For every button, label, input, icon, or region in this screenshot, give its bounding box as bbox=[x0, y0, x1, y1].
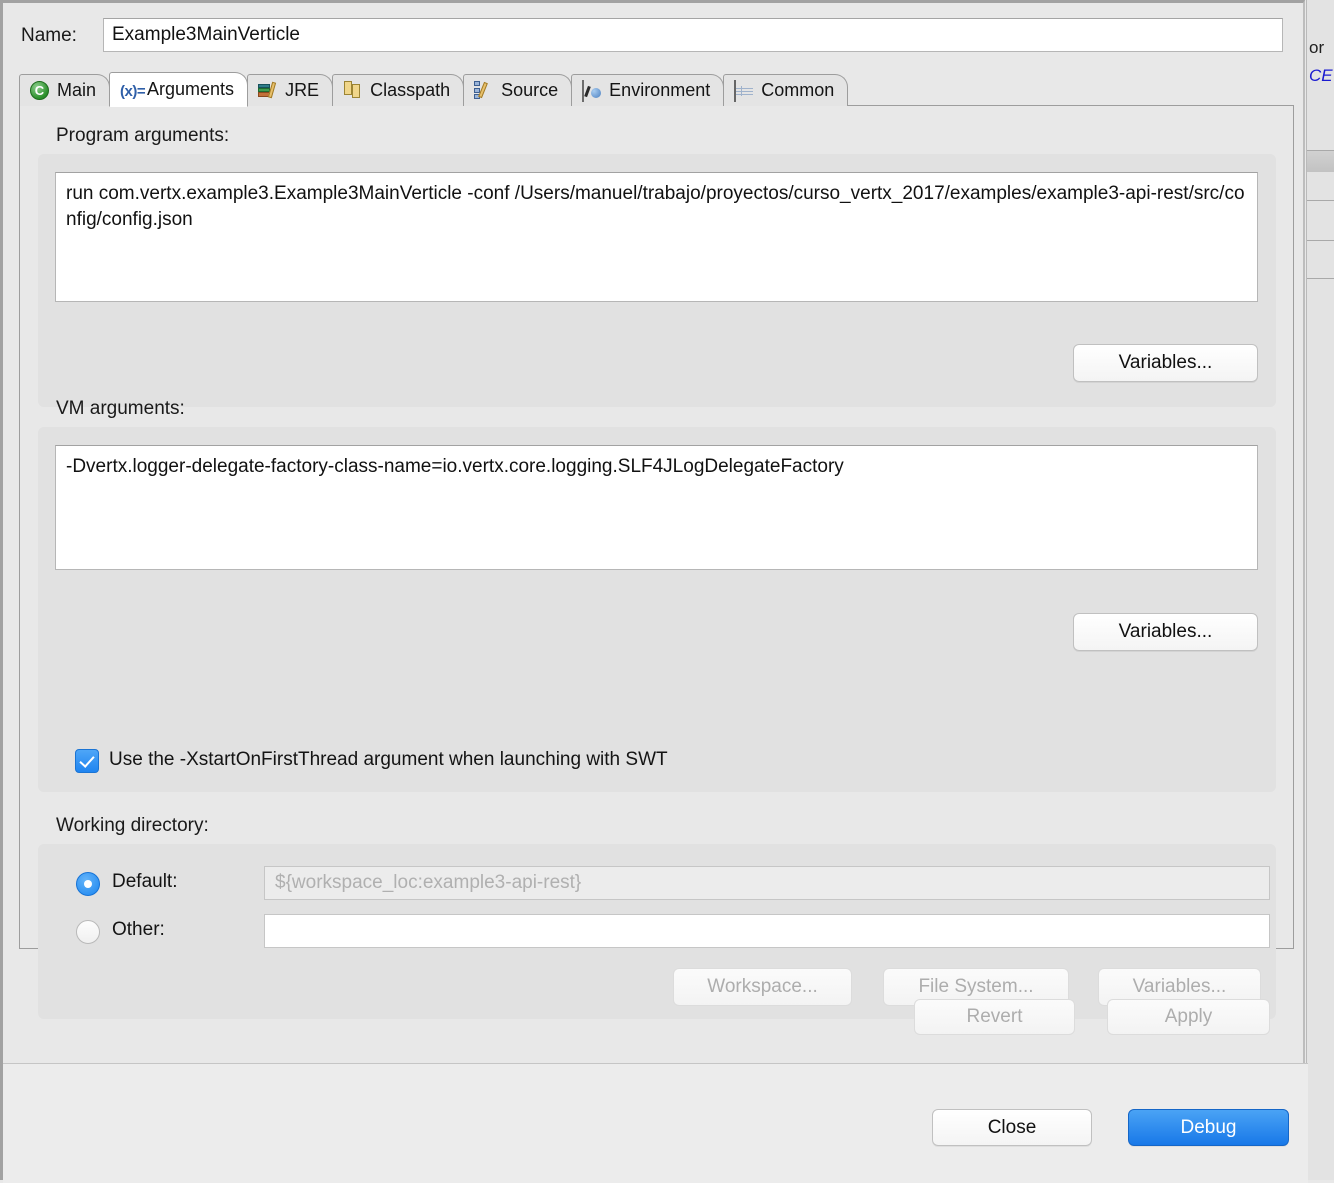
working-directory-default-label: Default: bbox=[112, 871, 178, 892]
background-band bbox=[1307, 150, 1334, 172]
working-directory-other-radio[interactable] bbox=[76, 920, 100, 944]
tab-label: Environment bbox=[609, 80, 711, 100]
debug-button[interactable]: Debug bbox=[1128, 1109, 1289, 1146]
tab-label: Common bbox=[761, 80, 835, 100]
tab-jre[interactable]: JRE bbox=[247, 74, 334, 106]
name-row: Name: bbox=[3, 18, 1298, 58]
background-window: or CE bbox=[1306, 0, 1334, 1180]
name-label: Name: bbox=[21, 25, 77, 46]
tab-strip: C Main (x)= Arguments JRE Classpath Sour… bbox=[19, 71, 1294, 107]
vm-arguments-textarea[interactable] bbox=[55, 445, 1258, 570]
working-directory-other-input[interactable] bbox=[264, 914, 1270, 948]
tab-classpath[interactable]: Classpath bbox=[332, 74, 465, 106]
vm-arguments-label: VM arguments: bbox=[56, 398, 185, 419]
tab-source[interactable]: Source bbox=[463, 74, 573, 106]
tab-arguments[interactable]: (x)= Arguments bbox=[109, 72, 249, 107]
background-link-fragment: CE bbox=[1309, 66, 1333, 85]
tab-label: JRE bbox=[285, 80, 320, 100]
background-row-divider bbox=[1307, 200, 1334, 201]
tab-folder: C Main (x)= Arguments JRE Classpath Sour… bbox=[19, 71, 1294, 1019]
background-row-divider bbox=[1307, 150, 1334, 151]
tab-label: Main bbox=[57, 80, 97, 100]
source-edit-icon bbox=[474, 80, 494, 101]
background-row-divider bbox=[1307, 240, 1334, 241]
working-directory-default-input[interactable] bbox=[264, 866, 1270, 900]
close-button[interactable]: Close bbox=[932, 1109, 1092, 1146]
tab-label: Classpath bbox=[370, 80, 451, 100]
jre-books-icon bbox=[258, 81, 278, 101]
vm-arguments-variables-button[interactable]: Variables... bbox=[1073, 613, 1258, 651]
launch-configuration-dialog: Name: C Main (x)= Arguments JRE bbox=[0, 0, 1308, 1183]
common-table-icon bbox=[734, 79, 754, 102]
environment-icon bbox=[582, 79, 602, 102]
vm-arguments-group: Variables... bbox=[38, 427, 1276, 792]
configuration-name-input[interactable] bbox=[103, 18, 1283, 52]
arguments-tab-panel: Program arguments: Variables... VM argum… bbox=[19, 105, 1294, 1019]
tab-label: Arguments bbox=[147, 79, 235, 99]
program-arguments-label: Program arguments: bbox=[56, 125, 230, 146]
program-arguments-textarea[interactable] bbox=[55, 172, 1258, 302]
background-text-fragment: or bbox=[1309, 38, 1325, 57]
background-row-divider bbox=[1307, 278, 1334, 279]
working-directory-label: Working directory: bbox=[56, 815, 209, 836]
program-arguments-group: Variables... bbox=[38, 154, 1276, 407]
revert-button[interactable]: Revert bbox=[914, 999, 1075, 1035]
program-arguments-variables-button[interactable]: Variables... bbox=[1073, 344, 1258, 382]
tab-common[interactable]: Common bbox=[723, 74, 849, 106]
apply-button[interactable]: Apply bbox=[1107, 999, 1270, 1035]
working-directory-group: Default: Other: Workspace... File System… bbox=[38, 844, 1276, 1019]
dialog-button-bar: Close Debug bbox=[3, 1064, 1308, 1183]
working-directory-other-label: Other: bbox=[112, 919, 165, 940]
variable-icon: (x)= bbox=[120, 82, 146, 100]
xstart-on-first-thread-checkbox[interactable] bbox=[75, 749, 99, 773]
tab-label: Source bbox=[501, 80, 559, 100]
workspace-button[interactable]: Workspace... bbox=[673, 968, 852, 1006]
xstart-on-first-thread-label: Use the -XstartOnFirstThread argument wh… bbox=[109, 749, 668, 770]
classpath-icon bbox=[343, 80, 363, 101]
java-class-icon: C bbox=[30, 80, 50, 101]
tab-environment[interactable]: Environment bbox=[571, 74, 725, 106]
tab-main[interactable]: C Main bbox=[19, 74, 111, 106]
working-directory-default-radio[interactable] bbox=[76, 872, 100, 896]
